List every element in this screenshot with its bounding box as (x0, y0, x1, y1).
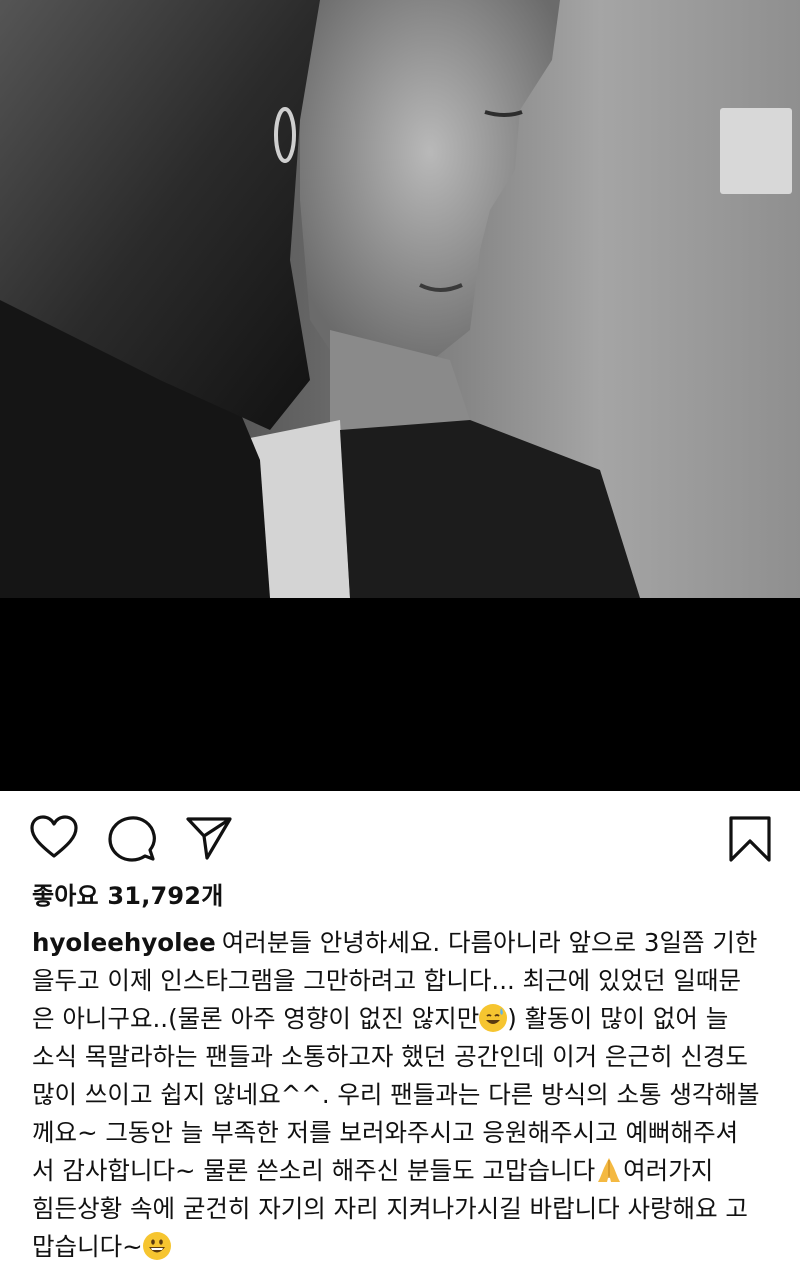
caption-line: ) 활동이 많이 없어 늘 (507, 1004, 729, 1033)
caption-line: 맙습니다~ (32, 1232, 143, 1261)
caption-line: 힘든상황 속에 굳건히 자기의 자리 지켜나가시길 바랍니다 사랑해요 고 (32, 1194, 748, 1223)
likes-count[interactable]: 좋아요 31,792개 (32, 876, 224, 911)
caption-line: 은 아니구요..(물론 아주 영향이 없진 않지만 (32, 1004, 480, 1033)
caption-line: 많이 쓰이고 쉽지 않네요^^. 우리 팬들과는 다른 방식의 소통 생각해볼 (32, 1080, 760, 1109)
send-icon[interactable] (185, 815, 233, 861)
caption-line: 을두고 이제 인스타그램을 그만하려고 합니다... 최근에 있었던 일때문 (32, 966, 741, 995)
caption-line: 소식 목말라하는 팬들과 소통하고자 했던 공간인데 이거 은근히 신경도 (32, 1042, 748, 1071)
heart-icon[interactable] (30, 815, 78, 859)
post-action-bar (0, 791, 800, 881)
photo-letterbox (0, 598, 800, 791)
caption-line: 여러분들 안녕하세요. 다름아니라 앞으로 3일쯤 기한 (221, 928, 758, 957)
caption-username[interactable]: hyoleehyolee (32, 928, 216, 957)
post-caption: hyoleehyolee 여러분들 안녕하세요. 다름아니라 앞으로 3일쯤 기한… (32, 924, 772, 1266)
caption-line: 여러가지 (623, 1156, 714, 1185)
sweat-smile-emoji (479, 1004, 508, 1032)
folded-hands-emoji (595, 1156, 623, 1184)
bookmark-icon[interactable] (728, 815, 772, 863)
caption-line: 께요~ 그동안 늘 부족한 저를 보러와주시고 응원해주시고 예뻐해주셔 (32, 1118, 739, 1147)
comment-icon[interactable] (107, 815, 157, 863)
portrait-image (0, 0, 800, 598)
post-photo[interactable] (0, 0, 800, 598)
caption-line: 서 감사합니다~ 물론 쓴소리 해주신 분들도 고맙습니다 (32, 1156, 596, 1185)
grinning-emoji (142, 1232, 171, 1260)
